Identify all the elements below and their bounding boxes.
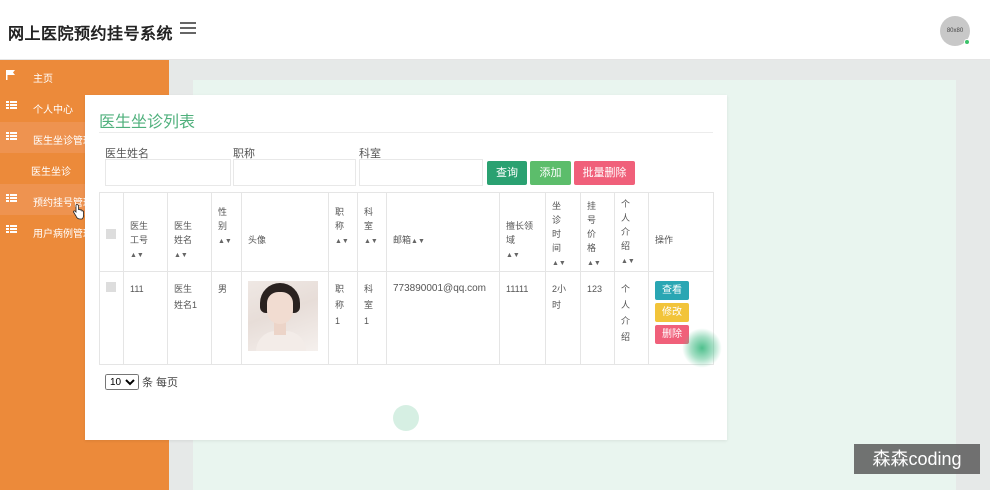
online-status-icon bbox=[964, 39, 970, 45]
select-all-cell bbox=[99, 192, 124, 272]
page-title: 医生坐诊列表 bbox=[99, 114, 196, 131]
sidebar-item-label: 预约挂号管理 bbox=[33, 198, 93, 209]
row-select-cell bbox=[99, 271, 124, 365]
pagination: 10 条 每页 bbox=[105, 374, 178, 390]
grid-icon bbox=[6, 225, 17, 235]
header-price[interactable]: 挂号价格 ▲▼ bbox=[580, 192, 615, 272]
row-checkbox[interactable] bbox=[106, 282, 116, 292]
header-department[interactable]: 科室 ▲▼ bbox=[357, 192, 387, 272]
sort-icon: ▲▼ bbox=[174, 252, 188, 259]
table-row: 111 医生姓名1 男 职称1 科室1 773890001@qq.com 111… bbox=[99, 271, 714, 365]
view-button[interactable]: 查看 bbox=[655, 281, 689, 300]
cell-avatar bbox=[241, 271, 329, 365]
header-schedule-time[interactable]: 坐诊时间 ▲▼ bbox=[545, 192, 581, 272]
sort-icon: ▲▼ bbox=[130, 252, 144, 259]
sidebar-item-label: 用户病例管理 bbox=[33, 229, 93, 240]
title-input[interactable] bbox=[233, 159, 356, 186]
sidebar-item-label: 个人中心 bbox=[33, 105, 73, 116]
header-intro[interactable]: 个人介绍 ▲▼ bbox=[614, 192, 649, 272]
header-avatar: 头像 bbox=[241, 192, 329, 272]
cell-department: 科室1 bbox=[357, 271, 387, 365]
title-divider bbox=[99, 132, 713, 133]
loading-spinner-icon bbox=[393, 405, 419, 431]
header-actions: 操作 bbox=[648, 192, 714, 272]
cell-title: 职称1 bbox=[328, 271, 358, 365]
doctor-table: 医生工号 ▲▼ 医生姓名 ▲▼ 性别 ▲▼ 头像 职称 ▲▼ 科室 ▲▼ 邮箱▲▼ 擅长领… bbox=[99, 192, 714, 365]
header-title[interactable]: 职称 ▲▼ bbox=[328, 192, 358, 272]
cell-doctor-id: 111 bbox=[123, 271, 168, 365]
page-size-select[interactable]: 10 bbox=[105, 374, 139, 390]
header-specialty[interactable]: 擅长领域 ▲▼ bbox=[499, 192, 546, 272]
cell-doctor-name: 医生姓名1 bbox=[167, 271, 212, 365]
sort-icon: ▲▼ bbox=[335, 238, 349, 245]
sort-icon: ▲▼ bbox=[411, 238, 425, 245]
grid-icon bbox=[6, 194, 17, 204]
avatar[interactable]: 80x80 bbox=[940, 16, 970, 46]
hand-cursor-icon bbox=[73, 204, 84, 220]
batch-delete-button[interactable]: 批量删除 bbox=[574, 161, 635, 185]
header-gender[interactable]: 性别 ▲▼ bbox=[211, 192, 242, 272]
department-input[interactable] bbox=[359, 159, 483, 186]
table-header-row: 医生工号 ▲▼ 医生姓名 ▲▼ 性别 ▲▼ 头像 职称 ▲▼ 科室 ▲▼ 邮箱▲▼ 擅长领… bbox=[99, 192, 714, 272]
menu-toggle-icon[interactable] bbox=[180, 22, 196, 36]
sort-icon: ▲▼ bbox=[218, 238, 232, 245]
doctor-schedule-card: 医生坐诊列表 医生姓名 职称 科室 查询 添加 批量删除 医生工号 ▲▼ 医生姓名… bbox=[85, 95, 727, 440]
sidebar-subitem-label: 医生坐诊 bbox=[31, 167, 71, 178]
sort-icon: ▲▼ bbox=[364, 238, 378, 245]
cell-intro: 个人介绍 bbox=[614, 271, 649, 365]
top-header: 网上医院预约挂号系统 80x80 bbox=[0, 0, 990, 60]
page-size-suffix: 条 每页 bbox=[142, 377, 179, 389]
sort-icon: ▲▼ bbox=[587, 260, 601, 267]
sidebar-item-label: 主页 bbox=[33, 74, 53, 85]
sort-icon: ▲▼ bbox=[621, 258, 635, 265]
header-doctor-id[interactable]: 医生工号 ▲▼ bbox=[123, 192, 168, 272]
edit-button[interactable]: 修改 bbox=[655, 303, 689, 322]
cell-specialty: 11111 bbox=[499, 271, 546, 365]
cell-schedule-time: 2小时 bbox=[545, 271, 581, 365]
sort-icon: ▲▼ bbox=[552, 260, 566, 267]
query-button[interactable]: 查询 bbox=[487, 161, 527, 185]
avatar-placeholder-text: 80x80 bbox=[946, 28, 964, 34]
select-all-checkbox[interactable] bbox=[106, 229, 116, 239]
cell-gender: 男 bbox=[211, 271, 242, 365]
sort-icon: ▲▼ bbox=[506, 252, 520, 259]
cell-price: 123 bbox=[580, 271, 615, 365]
flag-icon bbox=[6, 70, 15, 80]
cell-email: 773890001@qq.com bbox=[386, 271, 500, 365]
header-doctor-name[interactable]: 医生姓名 ▲▼ bbox=[167, 192, 212, 272]
watermark: 森森coding bbox=[854, 444, 980, 474]
grid-icon bbox=[6, 132, 17, 142]
decorative-blob bbox=[682, 328, 722, 368]
sidebar-item-home[interactable]: 主页 bbox=[0, 60, 169, 91]
doctor-photo bbox=[248, 281, 318, 351]
grid-icon bbox=[6, 101, 17, 111]
doctor-name-input[interactable] bbox=[105, 159, 231, 186]
header-email[interactable]: 邮箱▲▼ bbox=[386, 192, 500, 272]
add-button[interactable]: 添加 bbox=[530, 161, 571, 185]
sidebar-item-label: 医生坐诊管理 bbox=[33, 136, 93, 147]
app-title: 网上医院预约挂号系统 bbox=[8, 26, 174, 43]
